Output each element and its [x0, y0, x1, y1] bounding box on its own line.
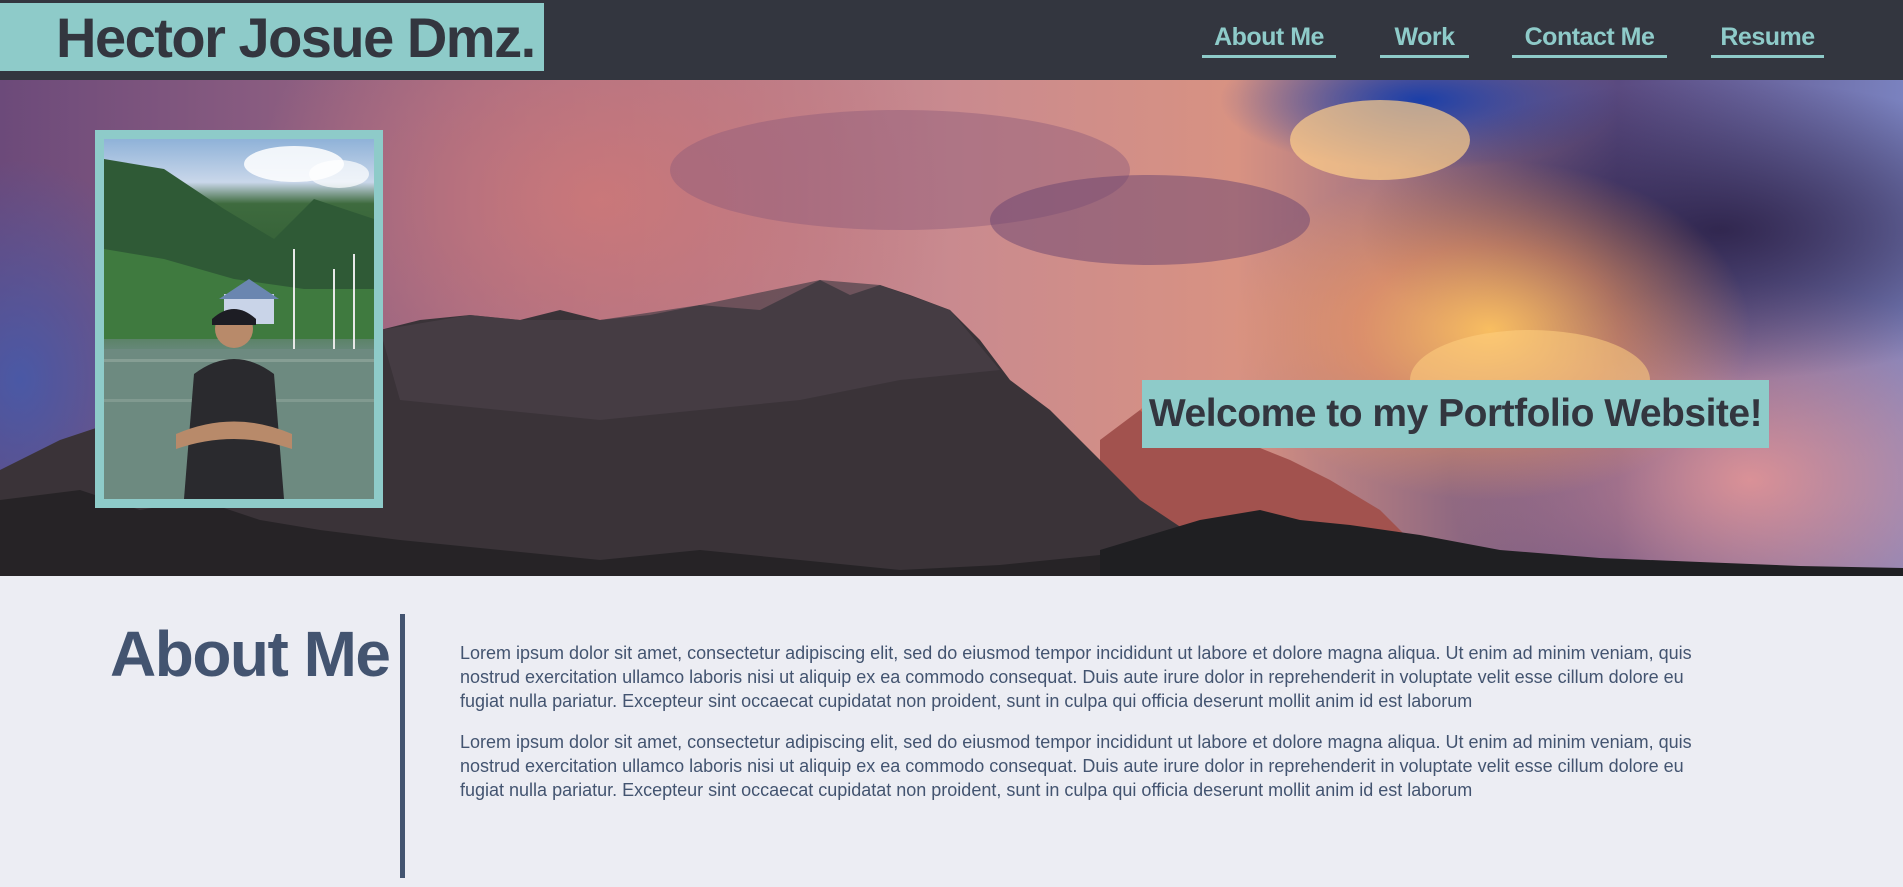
- site-header: Hector Josue Dmz. About Me Work Contact …: [0, 0, 1903, 80]
- nav-link-contact-me[interactable]: Contact Me: [1512, 20, 1667, 58]
- nav-link-work[interactable]: Work: [1380, 20, 1469, 58]
- about-body: Lorem ipsum dolor sit amet, consectetur …: [460, 641, 1720, 819]
- about-heading: About Me: [110, 618, 391, 690]
- about-paragraph: Lorem ipsum dolor sit amet, consectetur …: [460, 643, 1692, 711]
- about-divider: [400, 614, 405, 878]
- welcome-banner: Welcome to my Portfolio Website!: [1142, 380, 1769, 448]
- profile-photo: [104, 139, 374, 499]
- nav-link-about-me[interactable]: About Me: [1202, 20, 1336, 58]
- profile-photo-image: [104, 146, 374, 499]
- about-paragraph: Lorem ipsum dolor sit amet, consectetur …: [460, 732, 1692, 800]
- nav-link-resume[interactable]: Resume: [1711, 20, 1824, 58]
- profile-photo-frame: [95, 130, 383, 508]
- main-nav: About Me Work Contact Me Resume: [0, 0, 1903, 80]
- hero-banner: Welcome to my Portfolio Website!: [0, 80, 1903, 576]
